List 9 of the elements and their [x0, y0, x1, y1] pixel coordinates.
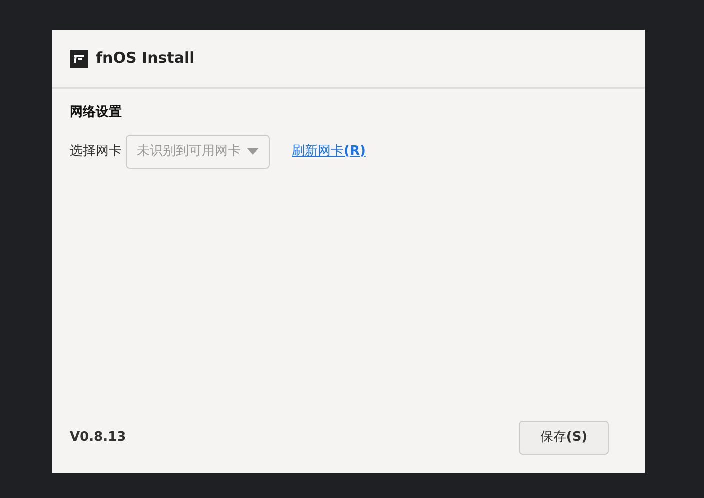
refresh-link[interactable]: 刷新网卡(R): [292, 142, 366, 162]
network-card-dropdown[interactable]: 未识别到可用网卡: [126, 134, 270, 168]
window-title: fnOS Install: [96, 48, 195, 70]
version-label: V0.8.13: [70, 429, 126, 448]
section-title: 网络设置: [70, 104, 123, 122]
save-button[interactable]: 保存(S): [519, 421, 609, 455]
caret-icon: [247, 148, 259, 155]
logo-icon: [70, 50, 88, 68]
field-label: 选择网卡: [70, 142, 122, 161]
